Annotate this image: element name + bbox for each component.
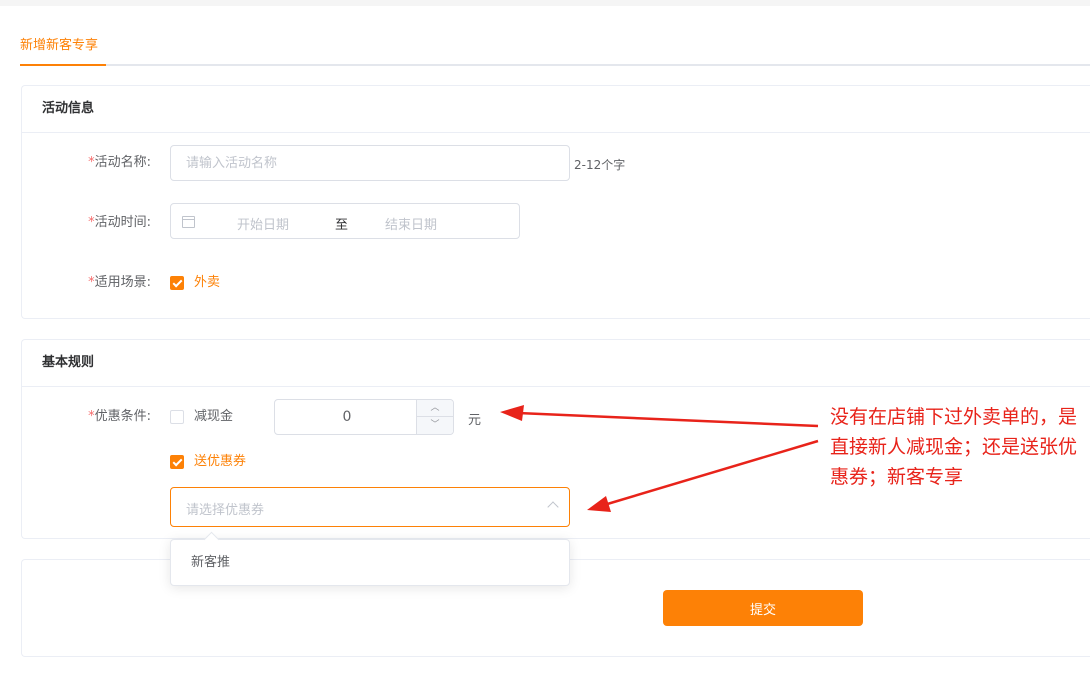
tab-new-customer-exclusive[interactable]: 新增新客专享: [20, 36, 106, 66]
submit-button[interactable]: 提交: [663, 590, 863, 626]
takeout-checkbox-label[interactable]: 外卖: [194, 273, 220, 293]
scene-label: *适用场景:: [88, 275, 151, 290]
cash-discount-label[interactable]: 减现金: [194, 407, 233, 427]
currency-unit: 元: [468, 413, 482, 428]
chevron-up-icon[interactable]: ︿: [417, 400, 453, 417]
basic-rules-title: 基本规则: [22, 340, 1090, 387]
end-date-input[interactable]: 结束日期: [385, 214, 437, 233]
annotation-note: 没有在店铺下过外卖单的，是直接新人减现金；还是送张优惠券；新客专享: [830, 406, 1078, 488]
send-coupon-label[interactable]: 送优惠券: [194, 452, 246, 472]
stepper-buttons: ︿ ﹀: [416, 400, 453, 434]
coupon-dropdown: 新客推: [170, 539, 570, 586]
coupon-option[interactable]: 新客推: [171, 546, 569, 580]
date-range-separator: 至: [335, 218, 349, 233]
activity-name-hint: 2-12个字: [574, 158, 626, 172]
calendar-icon: [182, 216, 195, 228]
start-date-input[interactable]: 开始日期: [237, 214, 289, 233]
coupon-select[interactable]: 请选择优惠券: [170, 487, 570, 527]
send-coupon-checkbox[interactable]: [170, 455, 184, 469]
tab-bar: 新增新客专享: [20, 6, 1090, 66]
activity-name-input[interactable]: [170, 145, 570, 181]
activity-name-label: *活动名称:: [88, 155, 151, 170]
activity-time-label: *活动时间:: [88, 215, 151, 230]
cash-amount-value[interactable]: 0: [275, 400, 419, 434]
coupon-select-placeholder: 请选择优惠券: [186, 503, 265, 518]
discount-condition-label: *优惠条件:: [88, 409, 151, 424]
cash-amount-stepper[interactable]: 0 ︿ ﹀: [274, 399, 454, 435]
activity-info-title: 活动信息: [22, 86, 1090, 133]
cash-discount-checkbox[interactable]: [170, 410, 184, 424]
chevron-up-icon: [547, 501, 559, 513]
takeout-checkbox[interactable]: [170, 276, 184, 290]
activity-date-range-picker[interactable]: 开始日期 至 结束日期: [170, 203, 520, 239]
chevron-down-icon[interactable]: ﹀: [417, 417, 453, 434]
